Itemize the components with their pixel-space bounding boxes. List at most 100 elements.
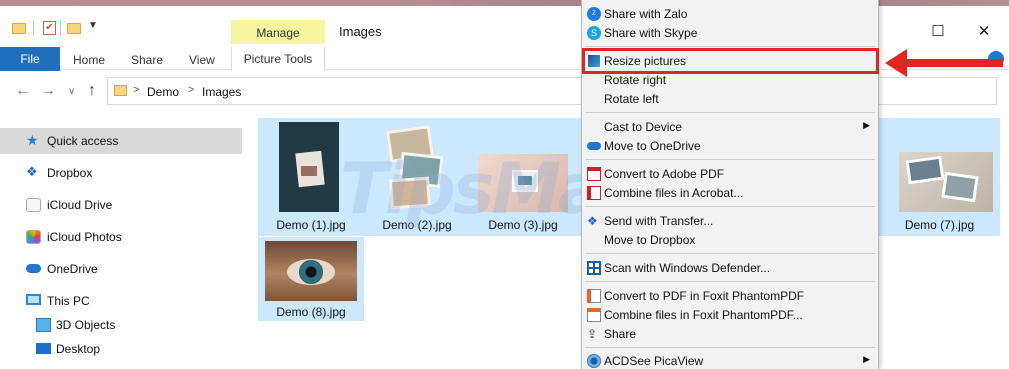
menu-separator [585, 206, 875, 207]
properties-icon[interactable]: ✔ [43, 21, 56, 35]
back-arrow-icon[interactable]: ← [15, 82, 31, 100]
adobe-pdf-icon [587, 167, 601, 181]
menu-separator [585, 159, 875, 160]
window-title: Images [339, 24, 382, 39]
menu-item-send-with-transfer[interactable]: ❖ Send with Transfer... [582, 212, 878, 231]
icloud-photos-icon [26, 230, 41, 244]
file-name: Demo (7).jpg [904, 218, 975, 232]
file-item[interactable]: Demo (8).jpg [258, 237, 364, 321]
menu-separator [585, 347, 875, 348]
sidebar-item-label: Desktop [56, 342, 101, 356]
menu-item-cast-to-device[interactable]: Cast to Device ▶ [582, 118, 878, 137]
menu-item-acdsee-picaview[interactable]: ACDSee PicaView ▶ [582, 352, 878, 369]
maximize-button[interactable]: ☐ [928, 22, 948, 42]
menu-item-label: Rotate right [604, 73, 667, 87]
sidebar-item-icloud-drive[interactable]: iCloud Drive [0, 192, 242, 218]
breadcrumb-demo[interactable]: Demo [147, 85, 179, 99]
this-pc-icon [26, 294, 41, 305]
star-icon: ★ [26, 132, 39, 148]
foxit-icon [587, 289, 601, 303]
submenu-arrow-icon: ▶ [863, 354, 870, 364]
sidebar-item-dropbox[interactable]: ❖ Dropbox [0, 160, 242, 186]
folder-icon[interactable] [12, 23, 26, 34]
menu-item-share-with-zalo[interactable]: Z Share with Zalo [582, 5, 878, 24]
tab-view[interactable]: View [189, 53, 215, 67]
menu-separator [585, 46, 875, 47]
onedrive-icon [26, 264, 41, 273]
icloud-drive-icon [26, 198, 41, 212]
skype-icon: S [587, 26, 601, 40]
tab-picture-tools[interactable]: Picture Tools [231, 47, 325, 71]
breadcrumb-separator-icon: > [188, 84, 195, 96]
close-button[interactable]: ✕ [974, 22, 994, 42]
sidebar-item-label: Quick access [47, 134, 119, 148]
desktop-icon [36, 343, 51, 354]
menu-item-share[interactable]: ⇪ Share [582, 325, 878, 344]
submenu-arrow-icon: ▶ [863, 120, 870, 130]
3d-objects-icon [36, 318, 51, 332]
image-thumbnail [279, 122, 339, 212]
sidebar-item-icloud-photos[interactable]: iCloud Photos [0, 224, 242, 250]
menu-separator [585, 253, 875, 254]
image-thumbnail [899, 152, 993, 212]
sidebar-item-label: OneDrive [47, 262, 98, 276]
menu-item-label: Share with Zalo [604, 7, 688, 21]
menu-item-move-to-dropbox[interactable]: Move to Dropbox [582, 231, 878, 250]
divider [33, 20, 34, 36]
menu-item-label: Rotate left [604, 92, 659, 106]
menu-item-convert-to-pdf-in-foxit[interactable]: Convert to PDF in Foxit PhantomPDF [582, 287, 878, 306]
file-item[interactable]: Demo (7).jpg [879, 118, 1000, 236]
menu-item-combine-files-in-foxit[interactable]: Combine files in Foxit PhantomPDF... [582, 306, 878, 325]
forward-arrow-icon[interactable]: → [40, 82, 56, 100]
sidebar-item-this-pc[interactable]: This PC [0, 288, 242, 314]
menu-item-scan-with-windows-defender[interactable]: Scan with Windows Defender... [582, 259, 878, 278]
menu-item-label: Share [604, 327, 637, 341]
sidebar-item-label: This PC [47, 294, 90, 308]
menu-separator [585, 112, 875, 113]
zalo-icon: Z [587, 7, 601, 21]
folder-icon [114, 85, 127, 96]
quick-access-toolbar-dropdown-icon[interactable]: ▼ [88, 20, 98, 31]
file-name: Demo (8).jpg [276, 305, 346, 319]
image-thumbnail [265, 241, 357, 301]
tab-file[interactable]: File [0, 47, 60, 71]
tab-manage[interactable]: Manage [231, 20, 325, 47]
tab-home[interactable]: Home [73, 53, 105, 67]
menu-item-combine-files-in-acrobat[interactable]: Combine files in Acrobat... [582, 184, 878, 203]
menu-item-label: Share with Skype [604, 26, 698, 40]
menu-item-label: Scan with Windows Defender... [604, 261, 771, 275]
dropbox-icon: ❖ [26, 164, 38, 179]
menu-item-rotate-left[interactable]: Rotate left [582, 90, 878, 109]
recent-locations-chevron-icon[interactable]: ∨ [68, 86, 75, 97]
menu-item-label: Move to Dropbox [604, 233, 696, 247]
sidebar-item-label: iCloud Photos [47, 230, 122, 244]
menu-item-label: ACDSee PicaView [604, 354, 704, 368]
menu-item-share-with-skype[interactable]: S Share with Skype [582, 24, 878, 43]
sidebar-item-label: iCloud Drive [47, 198, 113, 212]
sidebar-item-desktop[interactable]: Desktop [10, 336, 252, 362]
breadcrumb-separator-icon: > [133, 84, 140, 96]
tab-share[interactable]: Share [131, 53, 163, 67]
sidebar-item-3d-objects[interactable]: 3D Objects [10, 312, 252, 338]
new-folder-icon[interactable] [67, 23, 81, 34]
menu-item-label: Convert to Adobe PDF [604, 167, 725, 181]
dropbox-transfer-icon: ❖ [587, 214, 598, 228]
windows-defender-icon [587, 261, 601, 275]
pointer-arrow-icon [885, 49, 1003, 77]
divider [60, 20, 61, 36]
menu-item-label: Move to OneDrive [604, 139, 701, 153]
menu-item-move-to-onedrive[interactable]: Move to OneDrive [582, 137, 878, 156]
acdsee-icon [587, 354, 601, 368]
share-icon: ⇪ [587, 327, 598, 341]
menu-item-label: Send with Transfer... [604, 214, 714, 228]
menu-item-convert-to-adobe-pdf[interactable]: Convert to Adobe PDF [582, 165, 878, 184]
menu-item-label: Cast to Device [604, 120, 683, 134]
sidebar-item-quick-access[interactable]: ★ Quick access [0, 128, 242, 154]
sidebar-item-label: Dropbox [47, 166, 93, 180]
highlight-box [582, 48, 879, 74]
breadcrumb-images[interactable]: Images [202, 85, 241, 99]
sidebar-item-onedrive[interactable]: OneDrive [0, 256, 242, 282]
up-arrow-icon[interactable]: ↑ [88, 82, 96, 100]
menu-item-label: Combine files in Foxit PhantomPDF... [604, 308, 803, 322]
menu-item-label: Convert to PDF in Foxit PhantomPDF [604, 289, 805, 303]
